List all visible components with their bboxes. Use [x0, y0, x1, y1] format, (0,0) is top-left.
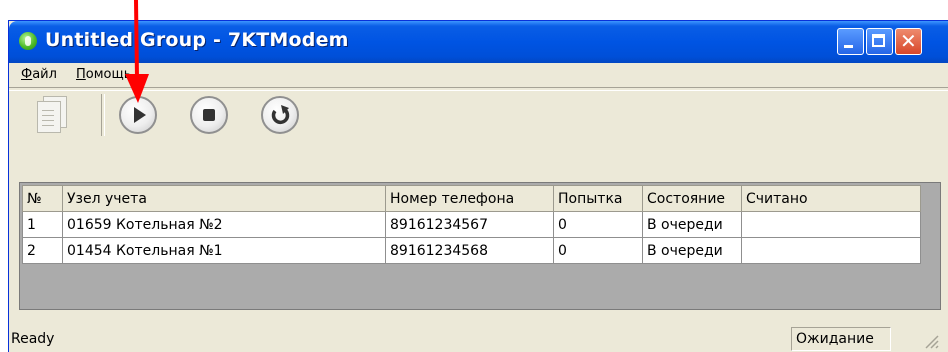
cell-number[interactable]: 2: [22, 237, 63, 264]
menu-bar: Файл Помощь: [9, 63, 948, 87]
document-icon[interactable]: [31, 96, 71, 136]
menu-file[interactable]: Файл: [21, 67, 57, 82]
device-table: № Узел учета Номер телефона Попытка Сост…: [22, 185, 921, 264]
menu-help-label: омощь: [85, 67, 132, 82]
col-number[interactable]: №: [22, 185, 63, 212]
cell-read[interactable]: [741, 211, 921, 238]
cell-attempt[interactable]: 0: [553, 211, 643, 238]
cell-state[interactable]: В очереди: [642, 211, 742, 238]
cell-number[interactable]: 1: [22, 211, 63, 238]
col-phone[interactable]: Номер телефона: [385, 185, 554, 212]
refresh-icon: [271, 105, 290, 125]
cell-state[interactable]: В очереди: [642, 237, 742, 264]
table-row[interactable]: 1 01659 Котельная №2 89161234567 0 В оче…: [22, 211, 921, 238]
play-icon: [134, 107, 146, 123]
minimize-button[interactable]: [837, 28, 864, 55]
toolbar: [9, 90, 327, 140]
close-icon: ✕: [900, 29, 917, 53]
close-button[interactable]: ✕: [895, 28, 922, 55]
stop-icon: [203, 109, 215, 121]
stop-button[interactable]: [190, 96, 228, 134]
col-state[interactable]: Состояние: [642, 185, 742, 212]
menu-help[interactable]: Помощь: [76, 67, 131, 82]
cell-read[interactable]: [741, 237, 921, 264]
play-button[interactable]: [119, 96, 157, 134]
refresh-button[interactable]: [261, 96, 299, 134]
window-title: Untitled Group - 7KTModem: [45, 29, 349, 51]
title-bar[interactable]: Untitled Group - 7KTModem ✕: [9, 21, 948, 63]
cell-node[interactable]: 01659 Котельная №2: [62, 211, 386, 238]
cell-attempt[interactable]: 0: [553, 237, 643, 264]
app-globe-icon[interactable]: [19, 32, 37, 50]
cell-phone[interactable]: 89161234568: [385, 237, 554, 264]
device-table-area: № Узел учета Номер телефона Попытка Сост…: [19, 182, 941, 310]
resize-grip-icon[interactable]: [921, 331, 939, 349]
table-header-row: № Узел учета Номер телефона Попытка Сост…: [22, 185, 921, 212]
menu-file-label: айл: [32, 67, 57, 82]
toolbar-separator: [101, 94, 105, 136]
maximize-button[interactable]: [866, 28, 893, 55]
col-node[interactable]: Узел учета: [62, 185, 386, 212]
menu-file-accel: Ф: [21, 67, 33, 82]
cell-node[interactable]: 01454 Котельная №1: [62, 237, 386, 264]
status-bar: Ready Ожидание: [9, 325, 948, 352]
main-window: Untitled Group - 7KTModem ✕ Файл Помощь: [8, 20, 948, 352]
status-text: Ready: [11, 331, 55, 347]
status-pane: Ожидание: [791, 327, 891, 351]
col-read[interactable]: Считано: [741, 185, 921, 212]
menu-help-accel: П: [76, 67, 86, 82]
table-row[interactable]: 2 01454 Котельная №1 89161234568 0 В оче…: [22, 237, 921, 264]
cell-phone[interactable]: 89161234567: [385, 211, 554, 238]
col-attempt[interactable]: Попытка: [553, 185, 643, 212]
